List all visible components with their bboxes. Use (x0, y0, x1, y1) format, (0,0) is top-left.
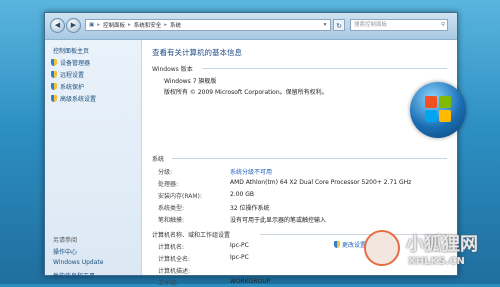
search-icon[interactable]: ⚲ (441, 20, 445, 30)
sidebar-item-remote-settings[interactable]: 远程设置 (51, 70, 84, 79)
rating-label: 分级: (158, 169, 173, 176)
computer-description-label: 计算机描述: (158, 268, 191, 275)
address-dropdown-icon[interactable]: ▾ (320, 22, 330, 28)
watermark-title: 小狐狸网 (406, 234, 478, 255)
ram-label: 安装内存(RAM): (158, 193, 202, 200)
sidebar-item-label: 系统保护 (60, 84, 85, 91)
forward-button[interactable]: ▶ (66, 18, 81, 33)
shield-icon (334, 241, 340, 248)
edition-name: Windows 7 旗舰版 (164, 78, 217, 85)
system-type-value: 32 位操作系统 (230, 205, 270, 212)
computer-name-value: Ipc-PC (230, 242, 249, 249)
watermark-url: XHLKS.CN (408, 256, 465, 267)
logo-quadrant (425, 110, 437, 122)
search-placeholder: 搜索控制面板 (354, 22, 388, 28)
sidebar-item-label: 设备管理器 (60, 60, 91, 67)
address-bar[interactable]: ▣ ▸ 控制面板 ▸ 系统和安全 ▸ 系统 ▾ (85, 19, 331, 31)
processor-value: AMD Athlon(tm) 64 X2 Dual Core Processor… (230, 179, 412, 186)
rating-value[interactable]: 系统分级不可用 (230, 167, 272, 176)
computer-heading: 计算机名称、域和工作组设置 (152, 232, 231, 239)
divider (202, 68, 447, 69)
watermark: 小狐狸网 XHLKS.CN (352, 222, 500, 284)
sidebar: 控制面板主页 设备管理器 远程设置 系统保护 高级系统设置 另请参阅 操作中心 … (45, 40, 142, 280)
sidebar-link-action-center[interactable]: 操作中心 (53, 247, 77, 256)
system-heading: 系统 (152, 156, 165, 163)
rating-link[interactable]: 系统分级不可用 (230, 169, 272, 176)
windows-logo-icon (410, 82, 466, 138)
computer-icon: ▣ (89, 22, 95, 28)
shield-icon (51, 95, 57, 102)
pen-touch-value: 没有可用于此显示器的笔或触控输入 (230, 217, 327, 224)
system-type-label: 系统类型: (158, 205, 185, 212)
breadcrumb-system[interactable]: 系统 (170, 21, 181, 29)
shield-icon (51, 59, 57, 66)
divider (172, 158, 447, 159)
sidebar-item-advanced-settings[interactable]: 高级系统设置 (51, 94, 96, 103)
computer-fullname-value: Ipc-PC (230, 254, 249, 261)
breadcrumb-separator-icon: ▸ (127, 22, 131, 28)
sidebar-item-label: 高级系统设置 (60, 96, 97, 103)
computer-fullname-label: 计算机全名: (158, 256, 191, 263)
ram-value: 2.00 GB (230, 191, 255, 198)
breadcrumb-separator-icon: ▸ (97, 22, 100, 28)
breadcrumb-control-panel[interactable]: 控制面板 (103, 21, 125, 29)
logo-quadrant (439, 96, 451, 108)
logo-quadrant (439, 110, 451, 122)
edition-heading: Windows 版本 (152, 66, 193, 73)
workgroup-label: 工作组: (158, 280, 179, 287)
see-also-heading: 另请参阅 (53, 237, 78, 244)
page-title: 查看有关计算机的基本信息 (152, 48, 242, 57)
refresh-button[interactable]: ↻ (333, 19, 345, 31)
back-button[interactable]: ◀ (50, 18, 65, 33)
shield-icon (51, 83, 57, 90)
shield-icon (51, 71, 57, 78)
title-bar: ◀ ▶ ▣ ▸ 控制面板 ▸ 系统和安全 ▸ 系统 ▾ ↻ 搜索控制面板 ⚲ (45, 13, 457, 40)
search-input[interactable]: 搜索控制面板 ⚲ (350, 19, 448, 31)
sidebar-item-device-manager[interactable]: 设备管理器 (51, 58, 90, 67)
processor-label: 处理器: (158, 181, 179, 188)
sidebar-item-system-protection[interactable]: 系统保护 (51, 82, 84, 91)
logo-quadrant (425, 96, 437, 108)
breadcrumb-separator-icon: ▸ (164, 22, 168, 28)
sidebar-link-windows-update[interactable]: Windows Update (53, 259, 103, 266)
fox-logo-icon (364, 230, 400, 266)
sidebar-link-performance[interactable]: 性能信息和工具 (53, 271, 95, 280)
sidebar-item-label: 远程设置 (60, 72, 85, 79)
pen-touch-label: 笔和触摸: (158, 217, 185, 224)
copyright-text: 版权所有 © 2009 Microsoft Corporation。保留所有权利… (164, 89, 328, 96)
sidebar-home-link[interactable]: 控制面板主页 (53, 46, 89, 55)
breadcrumb-system-security[interactable]: 系统和安全 (134, 21, 162, 29)
computer-name-label: 计算机名: (158, 244, 185, 251)
